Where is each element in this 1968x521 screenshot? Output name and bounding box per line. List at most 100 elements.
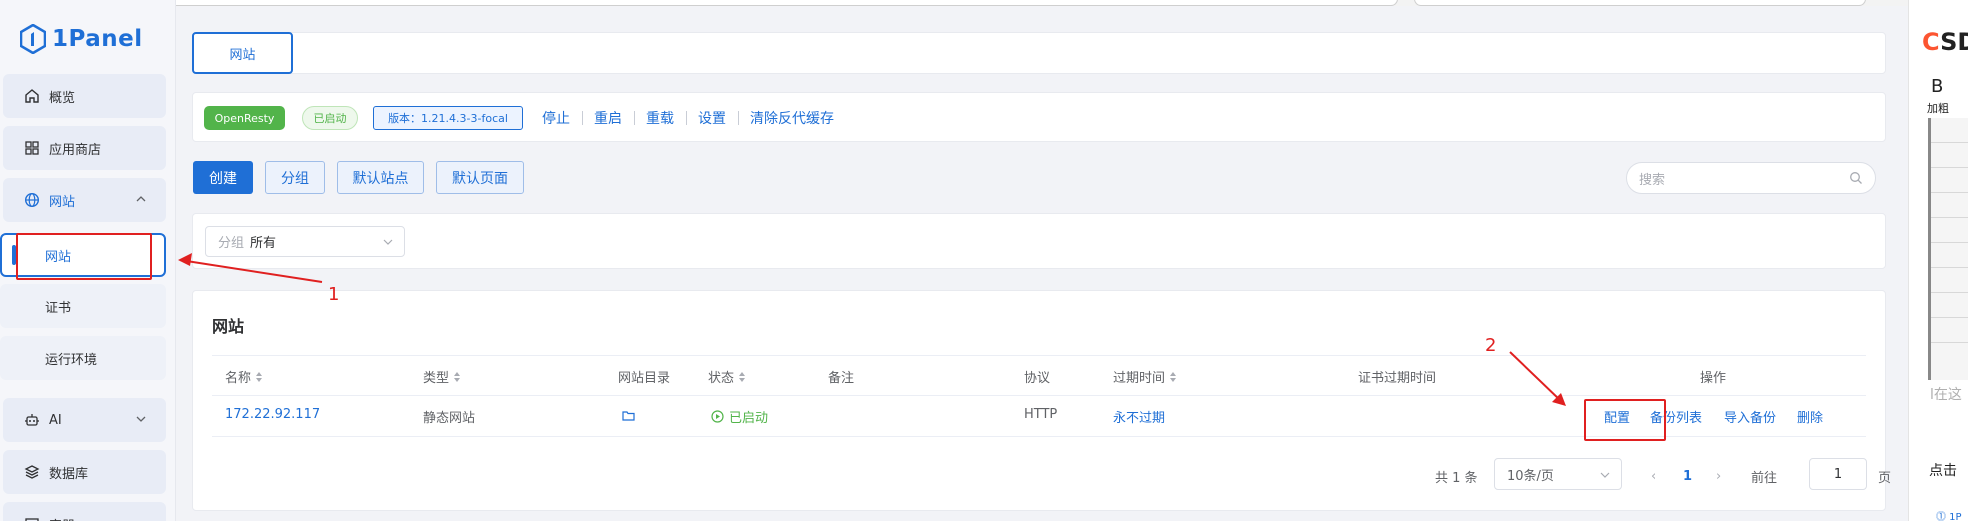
- clear-proxy-cache-button[interactable]: 清除反代缓存: [750, 108, 834, 128]
- divider: [738, 111, 739, 125]
- column-header-expire[interactable]: 过期时间: [1113, 367, 1177, 386]
- group-button[interactable]: 分组: [265, 161, 325, 194]
- sidebar-item-label: AI: [49, 412, 62, 428]
- column-header-label: 备注: [828, 371, 855, 386]
- column-header-label: 网站目录: [618, 371, 671, 386]
- goto-page-input[interactable]: 1: [1809, 458, 1867, 490]
- globe-icon: [23, 191, 41, 209]
- sidebar-item-database[interactable]: 数据库: [3, 450, 166, 494]
- sort-icon[interactable]: [1169, 371, 1177, 383]
- annotation-box-2: [1584, 399, 1666, 441]
- search-input[interactable]: 搜索: [1626, 162, 1876, 194]
- goto-suffix: 页: [1878, 470, 1892, 486]
- site-expire[interactable]: 永不过期: [1113, 407, 1165, 426]
- import-backup-button[interactable]: 导入备份: [1724, 407, 1776, 426]
- stop-button[interactable]: 停止: [542, 108, 570, 128]
- sidebar-item-label: 网站: [49, 194, 76, 210]
- sidebar-item-ai[interactable]: AI: [3, 398, 166, 442]
- panel-footer-link[interactable]: ⓵ 1P: [1936, 508, 1962, 521]
- annotation-number-2: 2: [1485, 335, 1497, 356]
- sort-icon[interactable]: [453, 371, 461, 383]
- column-header-remark: 备注: [828, 367, 854, 386]
- address-bar[interactable]: [66, 0, 1398, 6]
- divider: [582, 111, 583, 125]
- goto-prefix: 前往: [1751, 470, 1778, 486]
- group-filter-select[interactable]: 分组 所有: [205, 226, 405, 257]
- version-badge: 版本：1.21.4.3-3-focal: [373, 106, 523, 130]
- folder-icon[interactable]: [622, 410, 635, 421]
- filter-bar: [192, 213, 1886, 269]
- create-button[interactable]: 创建: [193, 161, 253, 194]
- restart-button[interactable]: 重启: [594, 108, 622, 128]
- column-header-dir: 网站目录: [618, 367, 670, 386]
- search-placeholder: 搜索: [1639, 172, 1666, 188]
- reload-button[interactable]: 重载: [646, 108, 674, 128]
- column-header-name[interactable]: 名称: [225, 367, 263, 386]
- csdn-logo-c: C: [1922, 28, 1941, 56]
- csdn-logo-rest: SD: [1940, 28, 1968, 56]
- page-size-select[interactable]: 10条/页: [1494, 458, 1622, 490]
- play-circle-icon: [711, 410, 724, 423]
- site-status[interactable]: 已启动: [711, 407, 768, 426]
- sidebar-item-container[interactable]: 容器: [3, 502, 166, 521]
- column-header-label: 类型: [423, 371, 450, 386]
- bold-label: 加粗: [1927, 102, 1949, 115]
- next-page-icon[interactable]: ›: [1716, 460, 1721, 492]
- annotation-number-1: 1: [328, 284, 340, 305]
- sidebar-item-appstore[interactable]: 应用商店: [3, 126, 166, 170]
- column-header-protocol: 协议: [1024, 367, 1050, 386]
- column-header-cert-expire: 证书过期时间: [1358, 367, 1436, 386]
- sidebar-subitem-certificate[interactable]: 证书: [0, 284, 166, 328]
- brand-logo[interactable]: 1Panel: [20, 22, 143, 56]
- sidebar-item-website[interactable]: 网站: [3, 178, 166, 222]
- site-name-link[interactable]: 172.22.92.117: [225, 407, 320, 422]
- chevron-up-icon: [136, 196, 146, 202]
- sidebar-item-label: 数据库: [49, 466, 89, 482]
- sort-icon[interactable]: [738, 371, 746, 383]
- chevron-down-icon: [136, 416, 146, 422]
- sidebar-item-label: 应用商店: [49, 142, 102, 158]
- column-header-type[interactable]: 类型: [423, 367, 461, 386]
- browser-top-strip: [0, 0, 1968, 6]
- sidebar-subitem-label: 运行环境: [45, 352, 98, 368]
- layers-icon: [23, 463, 41, 481]
- tab-website[interactable]: 网站: [192, 32, 293, 74]
- sidebar-subitem-runtime[interactable]: 运行环境: [0, 336, 166, 380]
- column-header-label: 名称: [225, 371, 252, 386]
- robot-icon: [23, 411, 41, 429]
- chevron-down-icon: [383, 239, 393, 245]
- annotation-box-1: [16, 233, 152, 280]
- table-divider: [212, 395, 1866, 396]
- site-type: 静态网站: [423, 411, 476, 426]
- sidebar-item-overview[interactable]: 概览: [3, 74, 166, 118]
- search-icon[interactable]: [1849, 171, 1863, 185]
- container-icon: [23, 515, 41, 521]
- page-number-current[interactable]: 1: [1683, 460, 1692, 492]
- bold-icon[interactable]: B: [1931, 76, 1943, 97]
- annotation-arrowhead-1: [178, 253, 192, 266]
- column-header-actions: 操作: [1700, 367, 1726, 386]
- default-page-button[interactable]: 默认页面: [436, 161, 524, 194]
- column-header-label: 协议: [1024, 371, 1051, 386]
- csdn-logo[interactable]: CSD: [1922, 28, 1968, 56]
- column-header-label: 操作: [1700, 371, 1727, 386]
- settings-button[interactable]: 设置: [698, 108, 726, 128]
- brand-name: 1Panel: [52, 26, 143, 52]
- default-site-button[interactable]: 默认站点: [337, 161, 424, 194]
- search-bar[interactable]: [1414, 0, 1866, 6]
- sidebar-subitem-label: 证书: [45, 300, 72, 316]
- delete-button[interactable]: 删除: [1797, 407, 1823, 426]
- sort-icon[interactable]: [255, 371, 263, 383]
- prev-page-icon[interactable]: ‹: [1651, 460, 1656, 492]
- pagination-total: 共 1 条: [1435, 470, 1478, 486]
- site-status-label: 已启动: [729, 411, 769, 426]
- site-protocol: HTTP: [1024, 407, 1058, 422]
- column-header-label: 状态: [708, 371, 735, 386]
- table-divider: [212, 355, 1866, 356]
- chevron-down-icon: [1600, 472, 1610, 478]
- page-size-value: 10条/页: [1507, 468, 1554, 484]
- home-icon: [23, 87, 41, 105]
- column-header-label: 证书过期时间: [1358, 371, 1437, 386]
- column-header-status[interactable]: 状态: [708, 367, 746, 386]
- app-name-badge: OpenResty: [204, 106, 285, 130]
